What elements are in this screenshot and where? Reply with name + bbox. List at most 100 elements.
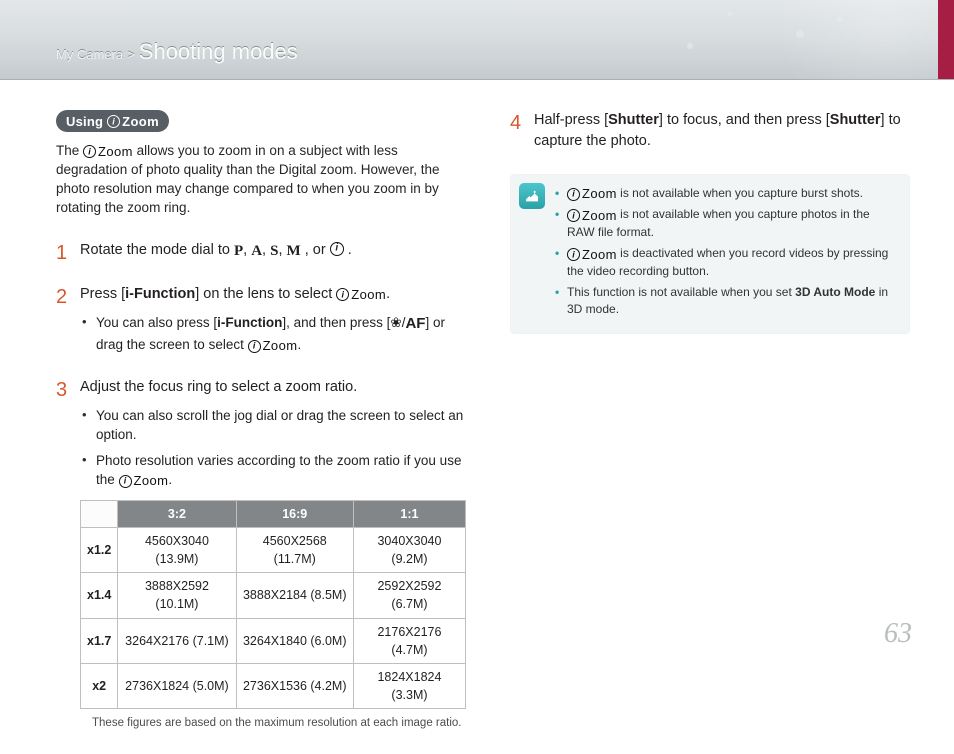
izoom-inline: Zoom <box>83 145 133 158</box>
steps-right: Half-press [Shutter] to focus, and then … <box>510 110 910 152</box>
cell: 2736X1536 (4.2M) <box>236 663 353 708</box>
note-list: Zoom is not available when you capture b… <box>555 185 899 319</box>
izoom-inline: Zoom <box>567 187 617 200</box>
step1-post: . <box>348 242 352 258</box>
step3-sub1: You can also scroll the jog dial or drag… <box>80 406 466 445</box>
row-label: x1.7 <box>81 618 118 663</box>
intro-pre: The <box>56 143 83 158</box>
cell: 3888X2184 (8.5M) <box>236 573 353 618</box>
af-label: AF <box>405 315 425 332</box>
cell: 3264X1840 (6.0M) <box>236 618 353 663</box>
zoom-label: Zoom <box>582 209 617 222</box>
t: . <box>168 472 172 487</box>
step2-sub: You can also press [i-Function], and the… <box>80 313 466 354</box>
resolution-table: 3:2 16:9 1:1 x1.2 4560X3040 (13.9M) 4560… <box>80 500 466 709</box>
cell: 2176X2176 (4.7M) <box>353 618 465 663</box>
flower-icon: ❀ <box>390 315 401 330</box>
step3-sub2: Photo resolution varies according to the… <box>80 451 466 490</box>
step1-pre: Rotate the mode dial to <box>80 242 234 258</box>
note-item: Zoom is not available when you capture b… <box>555 185 899 202</box>
step-2: Press [i-Function] on the lens to select… <box>56 284 466 354</box>
breadcrumb: My Camera > Shooting modes <box>56 39 298 65</box>
smart-mode-icon <box>330 242 344 256</box>
zoom-label: Zoom <box>122 115 159 128</box>
shutter-label: Shutter <box>830 112 881 128</box>
cell: 3264X2176 (7.1M) <box>118 618 236 663</box>
s2-mid: ] on the lens to select <box>195 286 336 302</box>
sep: , <box>262 242 270 258</box>
cell: 4560X2568 (11.7M) <box>236 528 353 573</box>
breadcrumb-page: Shooting modes <box>139 39 298 64</box>
zoom-label: Zoom <box>582 248 617 261</box>
sep: , <box>243 242 251 258</box>
zoom-label: Zoom <box>134 474 169 487</box>
th-empty <box>81 500 118 527</box>
sep: , <box>278 242 286 258</box>
table-row: x1.2 4560X3040 (13.9M) 4560X2568 (11.7M)… <box>81 528 466 573</box>
note-icon <box>519 183 545 209</box>
izoom-badge: Zoom <box>107 115 159 128</box>
right-column: Half-press [Shutter] to focus, and then … <box>510 110 910 754</box>
izoom-inline: Zoom <box>567 248 617 261</box>
breadcrumb-separator: > <box>123 47 139 62</box>
step-3: Adjust the focus ring to select a zoom r… <box>56 377 466 732</box>
izoom-inline: Zoom <box>119 474 169 487</box>
t: This function is not available when you … <box>567 285 795 299</box>
mode-m: M <box>287 243 301 259</box>
t: . <box>297 337 301 352</box>
i-circle-icon <box>248 340 261 353</box>
i-circle-icon <box>567 209 580 222</box>
bold: 3D Auto Mode <box>795 285 875 299</box>
header-accent <box>938 0 954 79</box>
i-circle-icon <box>567 188 580 201</box>
mode-p: P <box>234 243 243 259</box>
breadcrumb-section: My Camera <box>56 47 123 62</box>
mode-a: A <box>251 243 262 259</box>
i-circle-icon <box>119 475 132 488</box>
step3-sub: You can also scroll the jog dial or drag… <box>80 406 466 490</box>
row-label: x1.2 <box>81 528 118 573</box>
using-pill: Using Zoom <box>56 110 169 132</box>
th-16-9: 16:9 <box>236 500 353 527</box>
note-item: Zoom is deactivated when you record vide… <box>555 245 899 280</box>
step2-sub1: You can also press [i-Function], and the… <box>80 313 466 354</box>
zoom-label: Zoom <box>351 288 386 301</box>
t: ] to focus, and then press [ <box>659 112 830 128</box>
i-function-label: i-Function <box>125 286 195 302</box>
cell: 2736X1824 (5.0M) <box>118 663 236 708</box>
izoom-inline: Zoom <box>248 339 298 352</box>
i-circle-icon <box>83 145 96 158</box>
step-1: Rotate the mode dial to P, A, S, M , or … <box>56 240 466 263</box>
zoom-label: Zoom <box>263 339 298 352</box>
i-circle-icon <box>567 248 580 261</box>
izoom-inline: Zoom <box>336 288 386 301</box>
steps-left: Rotate the mode dial to P, A, S, M , or … <box>56 240 466 732</box>
note-item: Zoom is not available when you capture p… <box>555 206 899 241</box>
page-number: 63 <box>884 618 912 650</box>
cell: 2592X2592 (6.7M) <box>353 573 465 618</box>
i-function-label: i-Function <box>217 315 282 330</box>
zoom-label: Zoom <box>582 187 617 200</box>
note-item: This function is not available when you … <box>555 284 899 319</box>
table-footnote: These figures are based on the maximum r… <box>80 715 466 732</box>
row-label: x1.4 <box>81 573 118 618</box>
cell: 1824X1824 (3.3M) <box>353 663 465 708</box>
step-4: Half-press [Shutter] to focus, and then … <box>510 110 910 152</box>
table-row: x1.4 3888X2592 (10.1M) 3888X2184 (8.5M) … <box>81 573 466 618</box>
s2-post: . <box>386 286 390 302</box>
cell: 4560X3040 (13.9M) <box>118 528 236 573</box>
left-column: Using Zoom The Zoom allows you to zoom i… <box>56 110 466 754</box>
i-circle-icon <box>336 288 349 301</box>
header: My Camera > Shooting modes <box>0 0 954 80</box>
zoom-label: Zoom <box>98 145 133 158</box>
t: ], and then press [ <box>282 315 390 330</box>
i-circle-icon <box>107 115 120 128</box>
using-label: Using <box>66 114 103 129</box>
s2-pre: Press [ <box>80 286 125 302</box>
table-row: x2 2736X1824 (5.0M) 2736X1536 (4.2M) 182… <box>81 663 466 708</box>
cell: 3888X2592 (10.1M) <box>118 573 236 618</box>
page-body: Using Zoom The Zoom allows you to zoom i… <box>0 80 954 754</box>
shutter-label: Shutter <box>608 112 659 128</box>
th-1-1: 1:1 <box>353 500 465 527</box>
note-box: Zoom is not available when you capture b… <box>510 174 910 334</box>
